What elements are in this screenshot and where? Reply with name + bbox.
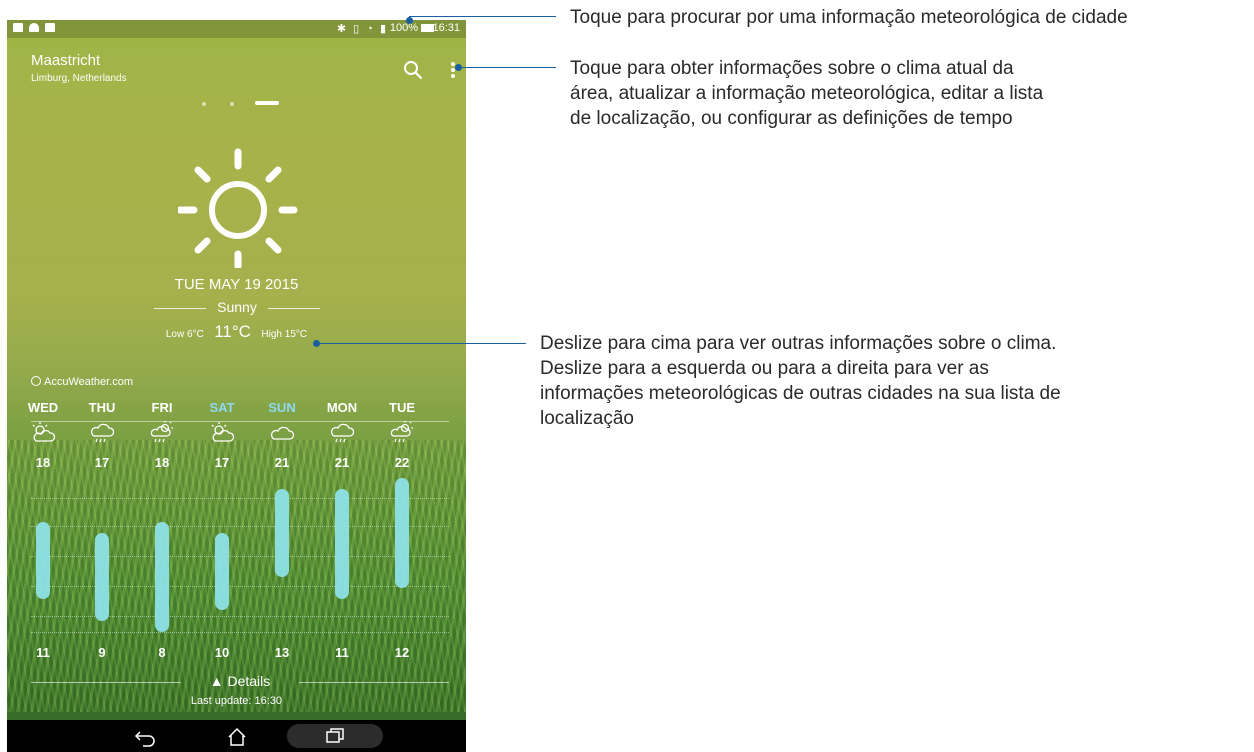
forecast-low-temp: 8 bbox=[158, 645, 166, 660]
recent-apps-button[interactable] bbox=[287, 724, 383, 748]
forecast-day-label: THU bbox=[88, 400, 116, 415]
forecast-low-temp: 11 bbox=[36, 645, 50, 660]
page-indicator-dot bbox=[230, 102, 234, 106]
forecast-high-temp: 21 bbox=[334, 455, 350, 470]
page-indicator-dot bbox=[202, 102, 206, 106]
home-icon bbox=[228, 727, 246, 746]
forecast-high-temp: 18 bbox=[35, 455, 51, 470]
sun-icon bbox=[178, 148, 298, 268]
callout-swipe-line: localização bbox=[540, 408, 634, 429]
rain-cloud-icon bbox=[79, 421, 125, 447]
current-temperature: 11°C bbox=[214, 322, 251, 341]
status-time: 16:31 bbox=[432, 22, 460, 34]
partly-cloudy-icon bbox=[20, 421, 66, 447]
forecast-day-label: MON bbox=[326, 400, 358, 415]
details-label: Details bbox=[227, 673, 271, 689]
temperature-range-bar bbox=[36, 522, 50, 599]
callout-swipe-text: Deslize para cima para ver outras inform… bbox=[540, 331, 1061, 431]
sun-rain-icon bbox=[139, 421, 185, 447]
forecast-low-temp: 13 bbox=[274, 645, 290, 660]
high-temperature: High 15°C bbox=[261, 329, 308, 340]
search-button[interactable] bbox=[401, 58, 425, 82]
details-button[interactable]: ▲ Details bbox=[31, 673, 449, 689]
partly-cloudy-icon bbox=[199, 421, 245, 447]
details-row: ▲ Details bbox=[31, 673, 449, 691]
connectivity-icons: ✱ ▯ ◔ ▮ bbox=[336, 23, 388, 35]
low-temperature: Low 6°C bbox=[165, 329, 204, 340]
back-button[interactable] bbox=[125, 724, 165, 748]
forecast-high-temp: 17 bbox=[214, 455, 230, 470]
current-condition: Sunny bbox=[217, 299, 257, 315]
forecast-day-label: SAT bbox=[209, 400, 235, 415]
forecast-high-temp: 17 bbox=[94, 455, 110, 470]
temperature-range-bar bbox=[335, 489, 349, 599]
cloud-icon bbox=[259, 421, 305, 447]
sun-rain-icon bbox=[379, 421, 425, 447]
provider-name: AccuWeather.com bbox=[44, 376, 134, 388]
gallery-notification-icon bbox=[13, 23, 23, 32]
provider-label: AccuWeather.com bbox=[31, 376, 133, 388]
forecast-high-temp: 22 bbox=[394, 455, 410, 470]
temperature-range-bar bbox=[215, 533, 229, 610]
callout-menu-line: Toque para obter informações sobre o cli… bbox=[570, 58, 1014, 79]
temperature-range-bar bbox=[275, 489, 289, 577]
current-temperature-row: Low 6°C 11°C High 15°C bbox=[7, 322, 466, 342]
status-bar: ✱ ▯ ◔ ▮ 100% 16:31 bbox=[7, 20, 466, 38]
forecast-day-label: SUN bbox=[268, 400, 296, 415]
callout-menu-line: área, atualizar a informação meteorológi… bbox=[570, 83, 1044, 104]
forecast-day-label: TUE bbox=[389, 400, 415, 415]
divider bbox=[299, 682, 449, 683]
temperature-range-bar bbox=[155, 522, 169, 632]
weather-app-screen: ✱ ▯ ◔ ▮ 100% 16:31 Maastricht Limburg, N… bbox=[7, 20, 466, 752]
chart-gridline bbox=[31, 498, 449, 499]
city-name: Maastricht bbox=[31, 52, 101, 69]
app-notification-icon bbox=[45, 23, 55, 32]
forecast-low-temp: 9 bbox=[98, 645, 106, 660]
chart-gridline bbox=[31, 526, 449, 527]
rain-cloud-icon bbox=[319, 421, 365, 447]
cloud-notification-icon bbox=[29, 23, 39, 32]
temperature-range-bar bbox=[395, 478, 409, 588]
region-name: Limburg, Netherlands bbox=[31, 73, 127, 84]
callout-line-menu bbox=[460, 67, 556, 68]
accuweather-logo-icon bbox=[31, 376, 41, 386]
recent-apps-icon bbox=[326, 728, 344, 743]
chart-gridline bbox=[31, 616, 449, 617]
callout-menu-text: Toque para obter informações sobre o cli… bbox=[570, 56, 1043, 131]
callout-line-search bbox=[409, 16, 556, 17]
forecast-low-temp: 11 bbox=[335, 645, 349, 660]
forecast-high-temp: 21 bbox=[274, 455, 290, 470]
callout-line-swipe bbox=[318, 343, 526, 344]
divider bbox=[268, 308, 320, 309]
navigation-bar bbox=[7, 720, 466, 752]
chart-gridline bbox=[31, 632, 449, 633]
callout-menu-line: de localização, ou configurar as definiç… bbox=[570, 108, 1013, 129]
chart-gridline bbox=[31, 556, 449, 557]
current-condition-row: Sunny bbox=[154, 299, 320, 317]
forecast-low-temp: 12 bbox=[394, 645, 410, 660]
callout-swipe-line: informações meteorológicas de outras cid… bbox=[540, 383, 1061, 404]
forecast-day-label: WED bbox=[27, 400, 59, 415]
current-date: TUE MAY 19 2015 bbox=[174, 276, 299, 293]
search-icon bbox=[404, 61, 423, 80]
chart-gridline bbox=[31, 586, 449, 587]
back-icon bbox=[134, 731, 155, 747]
forecast-high-temp: 18 bbox=[154, 455, 170, 470]
callout-swipe-line: Deslize para a esquerda ou para a direit… bbox=[540, 358, 989, 379]
forecast-day-label: FRI bbox=[151, 400, 173, 415]
last-update: Last update: 16:30 bbox=[190, 695, 283, 707]
callout-search-text: Toque para procurar por uma informação m… bbox=[570, 7, 1128, 28]
page-indicator-active bbox=[255, 101, 279, 105]
callout-swipe-line: Deslize para cima para ver outras inform… bbox=[540, 333, 1057, 354]
forecast-low-temp: 10 bbox=[214, 645, 230, 660]
home-button[interactable] bbox=[217, 724, 257, 748]
temperature-range-bar bbox=[95, 533, 109, 621]
battery-percent: 100% bbox=[389, 22, 418, 34]
